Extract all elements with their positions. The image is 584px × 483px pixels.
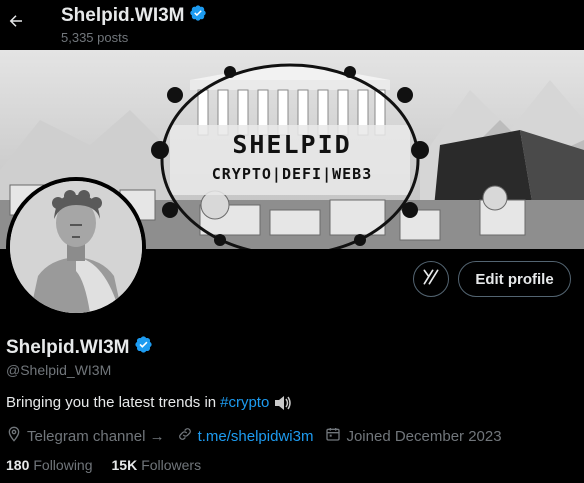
header-name-text: Shelpid.WI3M — [61, 5, 185, 26]
post-count: 5,335 posts — [61, 30, 129, 45]
arrow-left-icon — [7, 12, 25, 35]
grok-button[interactable] — [413, 261, 449, 297]
profile-display-name: Shelpid.WI3M — [6, 335, 153, 360]
bio-text: Bringing you the latest trends in — [6, 394, 217, 411]
back-button[interactable] — [2, 9, 30, 37]
joined-text: Joined December 2023 — [346, 427, 502, 445]
followers-link[interactable]: 15K Followers — [112, 457, 202, 473]
avatar[interactable] — [6, 177, 146, 317]
meta-joined: Joined December 2023 — [325, 426, 502, 446]
following-count: 180 — [6, 457, 30, 473]
banner-title: SHELPID — [232, 130, 352, 159]
website-link[interactable]: t.me/shelpidwi3m — [198, 428, 314, 445]
statue-portrait — [10, 181, 142, 313]
header-title: Shelpid.WI3M — [61, 4, 207, 28]
profile-handle: @Shelpid_WI3M — [6, 362, 112, 378]
bio-hashtag-link[interactable]: #crypto — [220, 394, 269, 411]
calendar-icon — [325, 426, 341, 446]
speaker-icon — [274, 395, 292, 411]
following-link[interactable]: 180 Following — [6, 457, 93, 473]
location-text: Telegram channel → — [27, 427, 165, 445]
followers-count: 15K — [111, 457, 138, 473]
location-pin-icon — [6, 426, 22, 446]
profile-bio: Bringing you the latest trends in #crypt… — [6, 394, 292, 411]
verified-badge-icon — [189, 4, 207, 28]
following-label: Following — [33, 457, 93, 473]
edit-profile-button[interactable]: Edit profile — [458, 261, 571, 297]
verified-badge-icon — [134, 335, 153, 360]
meta-website: t.me/shelpidwi3m — [177, 426, 314, 446]
grok-icon — [421, 267, 441, 292]
followers-label: Followers — [141, 457, 202, 473]
follow-stats: 180 Following 15K Followers — [6, 457, 220, 473]
profile-meta: Telegram channel → t.me/shelpidwi3m Join… — [6, 426, 514, 446]
display-name-text: Shelpid.WI3M — [6, 336, 130, 358]
link-icon — [177, 426, 193, 446]
meta-location: Telegram channel → — [6, 426, 165, 446]
top-bar: Shelpid.WI3M 5,335 posts — [0, 0, 584, 50]
